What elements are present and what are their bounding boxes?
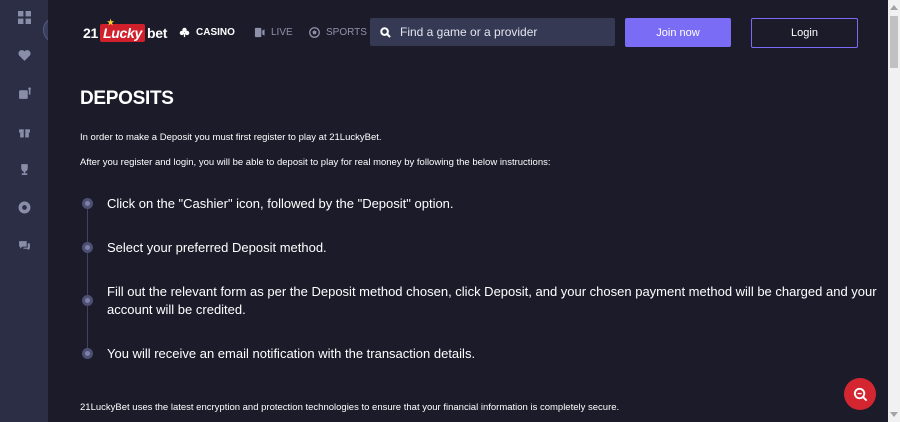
scroll-thumb[interactable] xyxy=(890,16,898,68)
live-icon xyxy=(254,27,265,37)
security-note: 21LuckyBet uses the latest encryption an… xyxy=(80,402,620,413)
chat-search-icon xyxy=(853,387,867,401)
logo-prefix: 21 xyxy=(83,25,98,41)
step-bullet xyxy=(82,198,93,209)
search-input[interactable] xyxy=(400,25,600,39)
nav-sports[interactable]: SPORTS xyxy=(309,24,367,40)
chat-icon[interactable] xyxy=(15,236,33,254)
chip-icon[interactable] xyxy=(15,198,33,216)
nav-casino-label: CASINO xyxy=(196,26,235,38)
vertical-scrollbar[interactable] xyxy=(888,0,900,422)
step-bullet xyxy=(82,295,93,306)
timeline-line xyxy=(87,204,88,354)
left-sidebar xyxy=(0,0,48,422)
heart-icon[interactable] xyxy=(15,46,33,64)
star-icon: ★ xyxy=(107,18,114,27)
nav-sports-label: SPORTS xyxy=(326,26,367,38)
login-button[interactable]: Login xyxy=(751,18,858,48)
nav-live[interactable]: LIVE xyxy=(254,24,293,40)
step-bullet xyxy=(82,242,93,253)
step-text: Fill out the relevant form as per the De… xyxy=(107,284,877,317)
page-title: DEPOSITS xyxy=(80,88,174,109)
step-bullet xyxy=(82,348,93,359)
grid-icon[interactable] xyxy=(15,8,33,26)
ball-icon xyxy=(309,26,320,38)
intro-paragraph-1: In order to make a Deposit you must firs… xyxy=(80,132,382,143)
nav-casino[interactable]: CASINO xyxy=(179,24,235,40)
slot-machine-icon[interactable] xyxy=(15,84,33,102)
scroll-down-arrow-icon[interactable] xyxy=(890,412,898,417)
scroll-up-arrow-icon[interactable] xyxy=(890,5,898,10)
intro-paragraph-2: After you register and login, you will b… xyxy=(80,157,551,168)
trophy-icon[interactable] xyxy=(15,160,33,178)
step-text: You will receive an email notification w… xyxy=(107,346,476,361)
site-logo[interactable]: ★ 21 Lucky bet xyxy=(83,18,168,44)
join-now-button[interactable]: Join now xyxy=(625,18,731,47)
nav-live-label: LIVE xyxy=(271,26,293,38)
step-text: Select your preferred Deposit method. xyxy=(107,240,327,255)
search-bar[interactable] xyxy=(370,18,615,46)
search-icon xyxy=(380,26,391,38)
step-text: Click on the "Cashier" icon, followed by… xyxy=(107,196,454,211)
logo-suffix: bet xyxy=(146,25,168,41)
help-search-button[interactable] xyxy=(844,378,876,410)
top-header: ★ 21 Lucky bet CASINO LIVE SPORTS Join n… xyxy=(48,0,888,64)
gift-icon[interactable] xyxy=(15,122,33,140)
cards-icon xyxy=(179,27,190,37)
